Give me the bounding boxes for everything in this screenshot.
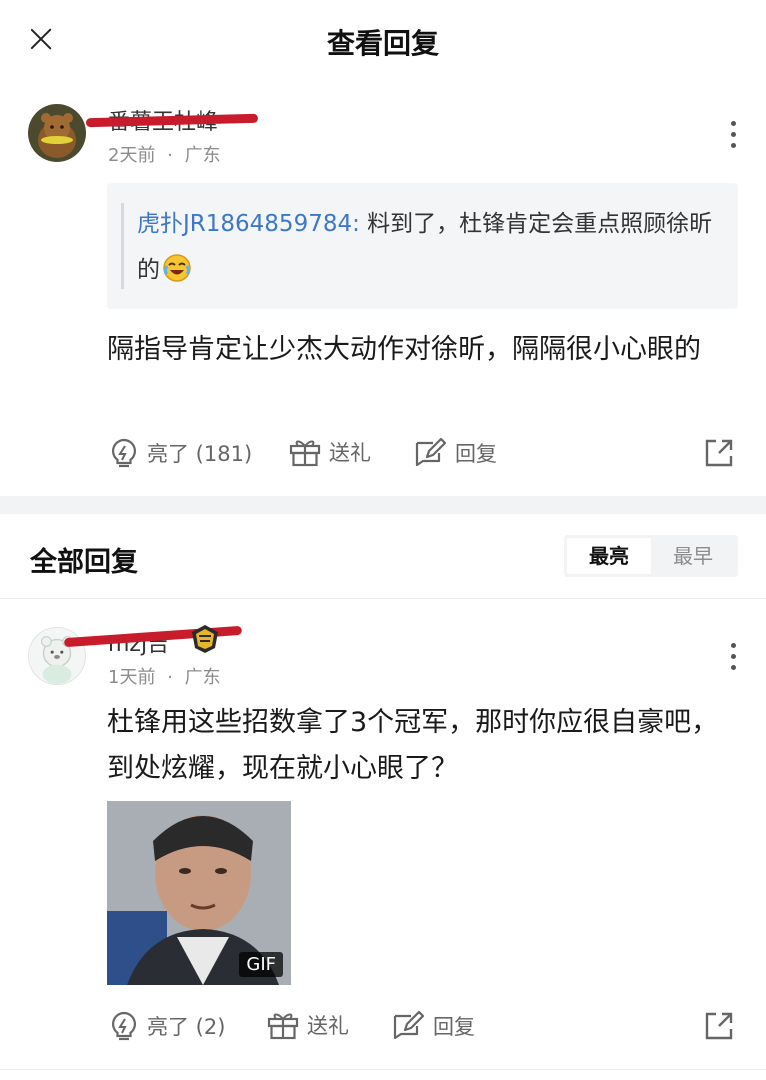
top-bar: 查看回复 (0, 0, 766, 84)
reply-icon (415, 437, 447, 467)
post-location: 广东 (184, 145, 221, 166)
header-divider (0, 598, 766, 599)
light-button[interactable]: 亮了 (181) (109, 437, 252, 469)
post-location: 广东 (184, 667, 221, 688)
reply-label: 回复 (455, 442, 497, 466)
lightbulb-icon (112, 438, 136, 468)
more-options-icon[interactable] (724, 640, 744, 674)
gift-label: 送礼 (307, 1014, 349, 1038)
page-title: 查看回复 (326, 27, 439, 60)
gif-label: GIF (239, 952, 283, 977)
share-icon[interactable] (703, 437, 735, 473)
gift-button[interactable]: 送礼 (289, 437, 371, 467)
meta-separator: · (167, 667, 173, 688)
light-label: 亮了 (2) (147, 1015, 226, 1039)
reply-icon (393, 1010, 425, 1040)
comment-text: 隔指导肯定让少杰大动作对徐昕，隔隔很小心眼的 (107, 334, 701, 365)
gift-label: 送礼 (329, 441, 371, 465)
section-divider (0, 496, 766, 514)
share-icon[interactable] (703, 1010, 735, 1046)
light-button[interactable]: 亮了 (2) (109, 1010, 225, 1042)
more-options-icon[interactable] (724, 118, 744, 152)
gift-icon (267, 1013, 299, 1040)
reply-button[interactable]: 回复 (391, 1010, 475, 1042)
avatar[interactable] (28, 627, 86, 685)
sort-earliest-tab[interactable]: 最早 (651, 538, 735, 574)
post-time: 1天前 (108, 667, 156, 688)
comment-text: 杜锋用这些招数拿了3个冠军，那时你应很自豪吧，到处炫耀，现在就小心眼了？ (107, 707, 719, 784)
all-replies-title: 全部回复 (30, 547, 138, 578)
avatar[interactable] (28, 104, 86, 162)
sort-hot-tab[interactable]: 最亮 (567, 538, 651, 574)
comment-meta: 1天前 · 广东 (108, 663, 221, 689)
user-badge-icon (188, 622, 222, 656)
gift-button[interactable]: 送礼 (267, 1010, 349, 1040)
post-time: 2天前 (108, 145, 156, 166)
lightbulb-icon (112, 1011, 136, 1041)
comment-meta: 2天前 · 广东 (108, 141, 221, 167)
reply-label: 回复 (433, 1015, 475, 1039)
quote-author[interactable]: 虎扑JR1864859784: (137, 211, 360, 237)
reply-divider (0, 1069, 766, 1070)
light-label: 亮了 (181) (147, 442, 253, 466)
laughing-crying-icon (162, 253, 192, 283)
quoted-comment: 虎扑JR1864859784: 料到了，杜锋肯定会重点照顾徐昕的 (107, 183, 738, 309)
gift-icon (289, 440, 321, 467)
quote-bar (121, 203, 124, 289)
gif-thumbnail[interactable]: GIF (107, 801, 291, 985)
reply-button[interactable]: 回复 (413, 437, 497, 469)
sort-toggle: 最亮 最早 (564, 535, 738, 577)
meta-separator: · (167, 145, 173, 166)
